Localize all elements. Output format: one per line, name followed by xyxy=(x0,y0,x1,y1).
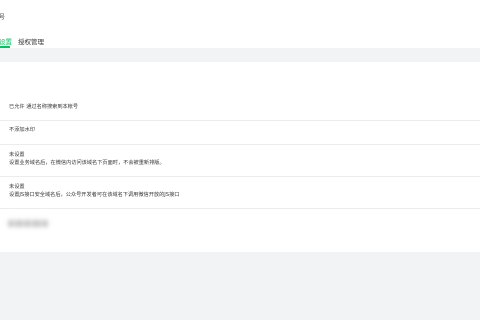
js-domain-row[interactable]: 未设置 设置JS接口安全域名后，公众号开发者可在该域名下调用微信开放的JS接口 xyxy=(9,183,480,199)
js-domain-status: 未设置 xyxy=(9,184,25,190)
divider xyxy=(0,120,480,121)
tab-settings[interactable]: 设置 xyxy=(0,36,12,46)
search-setting-value: 已允许 通过名称搜索到本帐号 xyxy=(9,104,79,110)
active-tab-indicator xyxy=(0,46,10,48)
watermark-setting-row[interactable]: 不添加水印 xyxy=(9,126,480,134)
business-domain-status: 未设置 xyxy=(9,152,25,158)
js-domain-desc: 设置JS接口安全域名后，公众号开发者可在该域名下调用微信开放的JS接口 xyxy=(9,192,180,198)
divider xyxy=(0,208,480,209)
watermark-setting-value: 不添加水印 xyxy=(9,127,35,133)
top-header: 号 设置 授权管理 xyxy=(0,0,480,48)
business-domain-row[interactable]: 未设置 设置业务域名后，在微信内访问该域名下页面时，不会被重新排版。 xyxy=(9,151,480,167)
divider xyxy=(0,144,480,145)
page-title: 号 xyxy=(0,14,6,21)
settings-panel: 已允许 通过名称搜索到本帐号 不添加水印 未设置 设置业务域名后，在微信内访问该… xyxy=(0,62,480,252)
blurred-text xyxy=(8,218,48,228)
divider xyxy=(0,176,480,177)
search-setting-row[interactable]: 已允许 通过名称搜索到本帐号 xyxy=(9,103,480,111)
business-domain-desc: 设置业务域名后，在微信内访问该域名下页面时，不会被重新排版。 xyxy=(9,160,165,166)
tab-authorization-management[interactable]: 授权管理 xyxy=(18,36,44,46)
